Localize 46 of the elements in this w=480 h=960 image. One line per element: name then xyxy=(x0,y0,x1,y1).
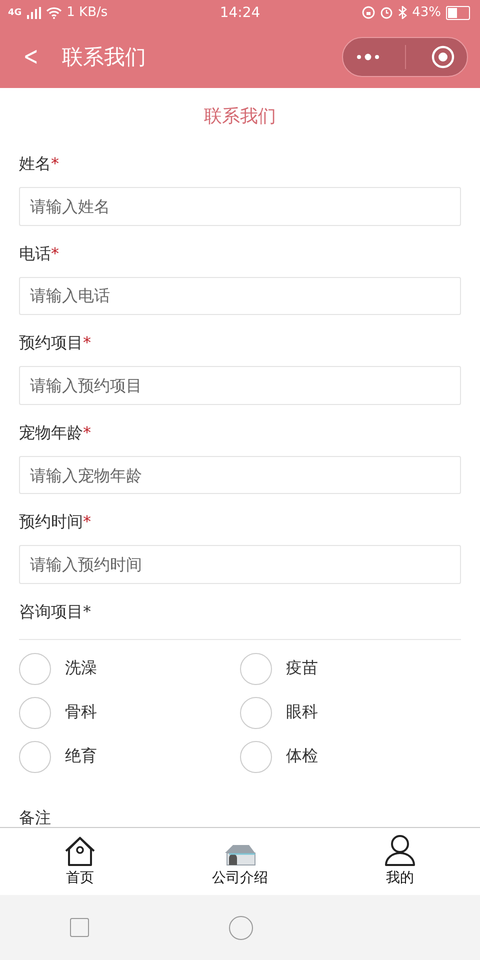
option-label: 骨科 xyxy=(65,702,97,724)
form-heading: 联系我们 xyxy=(203,105,277,128)
kennel-icon xyxy=(223,844,257,866)
battery-percent: 43% xyxy=(412,5,441,20)
close-icon[interactable] xyxy=(430,44,455,68)
radio-button[interactable] xyxy=(19,696,51,729)
clock: 14:24 xyxy=(220,4,260,20)
lock-rotation-icon xyxy=(362,6,376,19)
signal-label: 4G xyxy=(8,8,22,18)
tab-item[interactable]: 首页 xyxy=(0,828,160,895)
field-label: 宠物年龄* xyxy=(19,422,92,444)
field-label: 预约项目* xyxy=(19,333,92,354)
more-icon[interactable] xyxy=(355,52,382,62)
recent-apps-icon[interactable] xyxy=(70,918,89,937)
tab-item[interactable]: 我的 xyxy=(320,828,480,895)
network-speed: 1 KB/s xyxy=(66,5,108,20)
input-field[interactable]: 请输入预约时间 xyxy=(19,545,461,584)
tab-item[interactable]: 公司介绍 xyxy=(160,828,320,895)
option-label: 洗澡 xyxy=(65,658,97,680)
person-icon xyxy=(384,834,416,866)
field-label: 姓名* xyxy=(19,154,60,175)
radio-button[interactable] xyxy=(240,740,272,773)
radio-button[interactable] xyxy=(19,652,51,685)
option-label: 体检 xyxy=(286,746,318,768)
radio-button[interactable] xyxy=(240,696,272,729)
field-label: 预约时间* xyxy=(19,512,92,534)
wifi-icon xyxy=(46,6,62,18)
input-field[interactable]: 请输入姓名 xyxy=(19,187,461,226)
field-label: 电话* xyxy=(19,244,60,265)
field-label: 咨询项目* xyxy=(19,602,92,624)
battery-icon xyxy=(446,6,470,20)
radio-button[interactable] xyxy=(19,740,51,773)
radio-button[interactable] xyxy=(240,652,272,685)
house-icon xyxy=(64,836,96,866)
field-label: 备注 xyxy=(19,808,52,827)
option-label: 眼科 xyxy=(286,702,318,724)
input-field[interactable]: 请输入电话 xyxy=(19,276,461,316)
signal-icon xyxy=(26,6,41,18)
page-title: 联系我们 xyxy=(62,44,146,70)
option-label: 绝育 xyxy=(65,746,97,768)
input-field[interactable]: 请输入预约项目 xyxy=(19,366,461,405)
input-field[interactable]: 请输入宠物年龄 xyxy=(19,456,461,494)
bluetooth-icon xyxy=(398,6,408,19)
home-icon[interactable] xyxy=(229,916,253,940)
alarm-icon xyxy=(380,6,394,19)
option-label: 疫苗 xyxy=(286,658,318,680)
